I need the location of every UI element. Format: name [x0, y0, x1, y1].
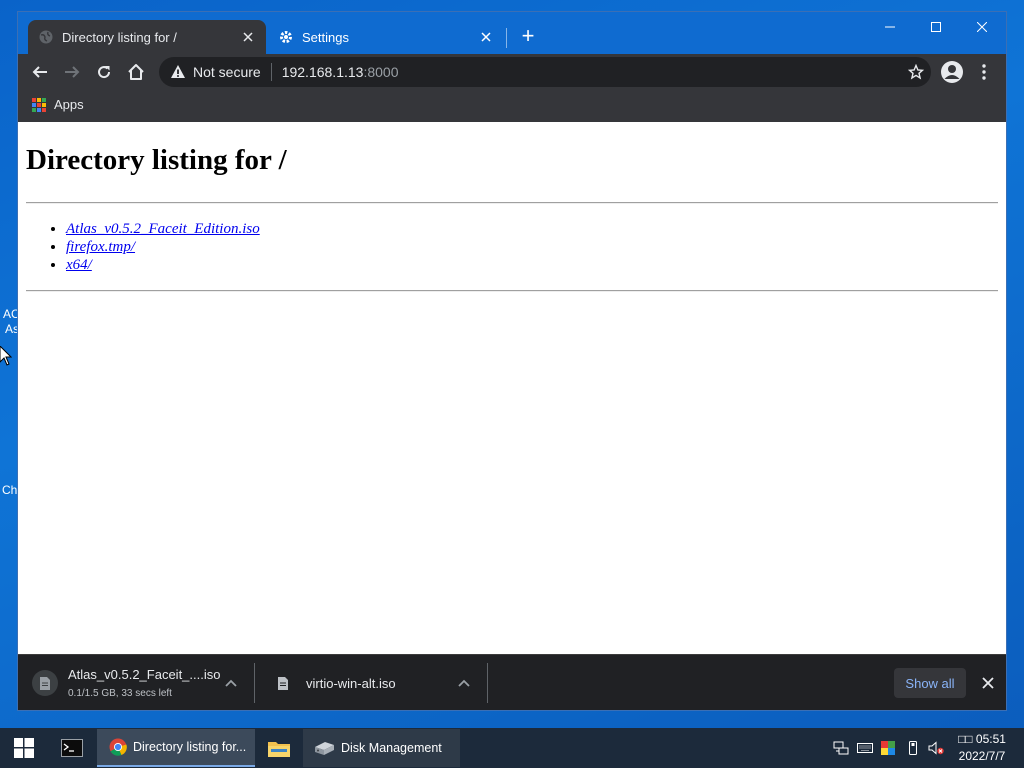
browser-toolbar: Not secure 192.168.1.13:8000 [18, 54, 1006, 90]
gear-icon [278, 29, 294, 45]
home-button[interactable] [122, 58, 150, 86]
page-content: Directory listing for / Atlas_v0.5.2_Fac… [18, 122, 1006, 654]
apps-label: Apps [54, 97, 84, 112]
address-bar[interactable]: Not secure 192.168.1.13:8000 [159, 57, 931, 87]
usb-device-icon[interactable] [905, 740, 921, 756]
close-icon[interactable] [978, 673, 998, 693]
taskbar-app-disk-management[interactable]: Disk Management [303, 729, 460, 767]
reload-button[interactable] [90, 58, 118, 86]
chevron-up-icon[interactable] [455, 674, 473, 692]
taskbar-app-chrome[interactable]: Directory listing for... [97, 729, 255, 767]
list-item: Atlas_v0.5.2_Faceit_Edition.iso [66, 220, 260, 238]
close-window-button[interactable] [959, 12, 1005, 42]
page-title: Directory listing for / [26, 144, 287, 176]
clock-date: 2022/7/7 [958, 749, 1006, 763]
command-prompt-taskbar-icon[interactable] [52, 728, 92, 768]
divider [270, 63, 272, 81]
menu-kebab-icon[interactable] [970, 58, 998, 86]
divider [26, 290, 998, 292]
new-tab-button[interactable]: + [516, 25, 540, 49]
windows-logo-icon [14, 738, 34, 758]
clock-time: □□ 05:51 [958, 732, 1006, 746]
volume-muted-icon[interactable] [928, 740, 944, 756]
security-label[interactable]: Not secure [193, 64, 261, 80]
browser-window: Directory listing for / Settings + Not s… [17, 11, 1007, 711]
network-icon[interactable] [833, 740, 849, 756]
file-link[interactable]: Atlas_v0.5.2_Faceit_Edition.iso [66, 221, 260, 237]
system-clock[interactable]: □□ 05:51 2022/7/7 [950, 731, 1014, 765]
download-filename: virtio-win-alt.iso [306, 675, 396, 691]
chevron-up-icon[interactable] [222, 674, 240, 692]
file-link[interactable]: firefox.tmp/ [66, 239, 135, 255]
start-button[interactable] [0, 728, 48, 768]
tab-settings[interactable]: Settings [268, 20, 504, 54]
file-icon [32, 670, 58, 696]
file-list: Atlas_v0.5.2_Faceit_Edition.iso firefox.… [48, 220, 260, 274]
download-item[interactable]: Atlas_v0.5.2_Faceit_....iso 0.1/1.5 GB, … [32, 655, 242, 711]
warning-icon[interactable] [169, 63, 187, 81]
list-item: firefox.tmp/ [66, 238, 260, 256]
forward-button[interactable] [58, 58, 86, 86]
profile-avatar-icon[interactable] [938, 58, 966, 86]
tab-directory-listing[interactable]: Directory listing for / [28, 20, 266, 54]
show-all-button[interactable]: Show all [894, 668, 966, 698]
tab-title: Directory listing for / [62, 29, 177, 45]
maximize-button[interactable] [913, 12, 959, 42]
tab-divider [506, 28, 507, 48]
apps-shortcut[interactable]: Apps [32, 97, 84, 112]
disk-management-icon [313, 739, 335, 757]
back-button[interactable] [26, 58, 54, 86]
file-explorer-icon[interactable] [260, 728, 298, 768]
taskbar-app-label: Directory listing for... [133, 740, 247, 754]
tab-title: Settings [302, 29, 349, 45]
mouse-cursor-icon [0, 346, 12, 366]
globe-icon [38, 29, 54, 45]
taskbar-app-label: Disk Management [341, 741, 442, 755]
divider [487, 663, 488, 703]
file-icon [270, 670, 296, 696]
download-shelf: Atlas_v0.5.2_Faceit_....iso 0.1/1.5 GB, … [18, 654, 1006, 710]
color-settings-icon[interactable] [880, 740, 896, 756]
minimize-button[interactable] [867, 12, 913, 42]
keyboard-icon[interactable] [857, 740, 873, 756]
close-tab-icon[interactable] [238, 27, 258, 47]
taskbar: Directory listing for... Disk Management… [0, 728, 1024, 768]
list-item: x64/ [66, 256, 260, 274]
desktop-icon-label[interactable]: Ch [2, 483, 17, 498]
url-host[interactable]: 192.168.1.13 [282, 64, 364, 80]
file-link[interactable]: x64/ [66, 257, 92, 273]
tab-strip: Directory listing for / Settings + [18, 12, 1006, 54]
chrome-icon [109, 738, 127, 756]
divider [26, 202, 998, 204]
apps-grid-icon [32, 97, 46, 112]
bookmark-star-icon[interactable] [907, 63, 925, 81]
url-port[interactable]: :8000 [363, 64, 398, 80]
download-status: 0.1/1.5 GB, 33 secs left [68, 688, 172, 699]
download-filename: Atlas_v0.5.2_Faceit_....iso [68, 667, 221, 682]
close-tab-icon[interactable] [476, 27, 496, 47]
bookmarks-bar: Apps [18, 90, 1006, 122]
download-item[interactable]: virtio-win-alt.iso [270, 655, 450, 711]
divider [254, 663, 255, 703]
